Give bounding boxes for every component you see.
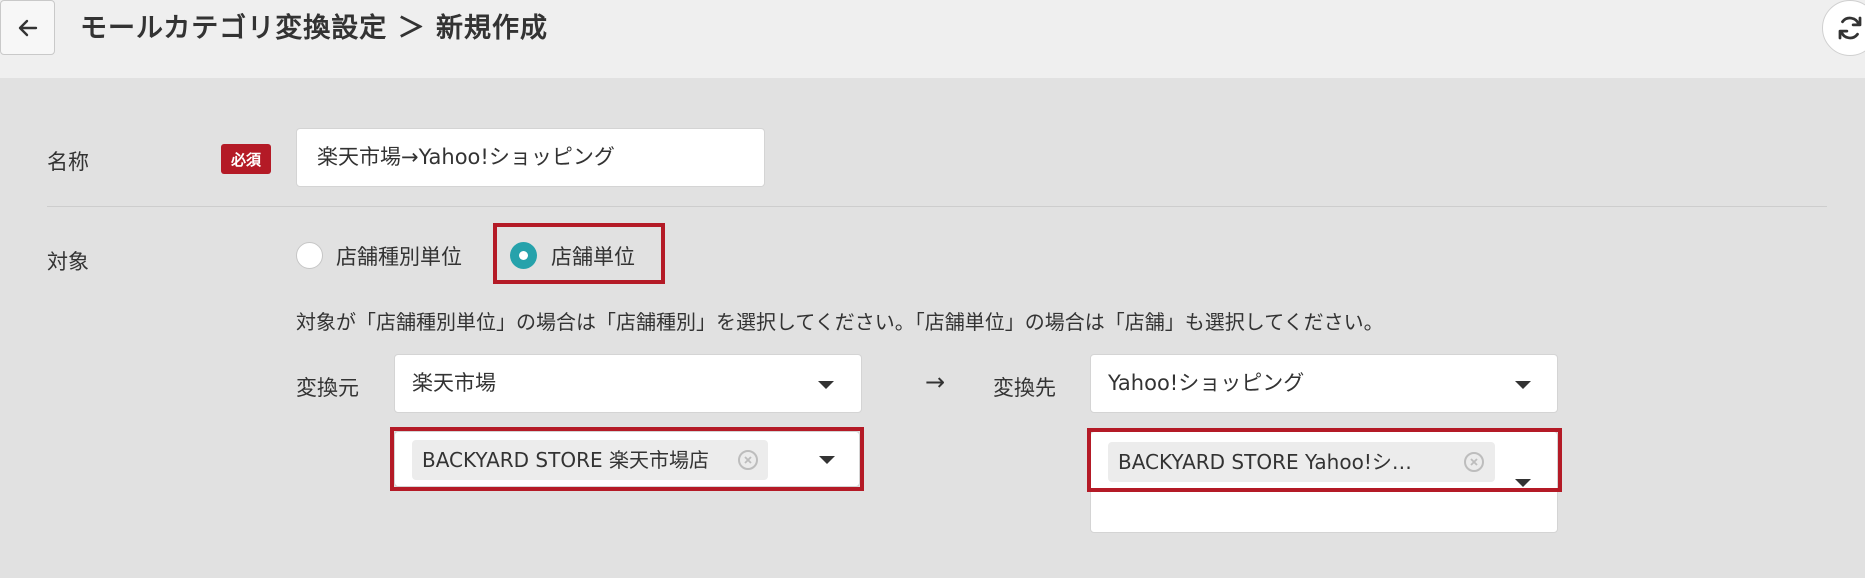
required-badge: 必須 xyxy=(221,144,271,174)
source-mall-value: 楽天市場 xyxy=(412,371,496,395)
divider xyxy=(47,206,1827,207)
back-button[interactable] xyxy=(0,0,55,55)
chevron-down-icon[interactable] xyxy=(819,456,835,464)
target-help-text: 対象が「店舗種別単位」の場合は「店舗種別」を選択してください。「店舗単位」の場合… xyxy=(296,310,1384,334)
page-header: モールカテゴリ変換設定 ＞ 新規作成 xyxy=(0,0,1865,78)
close-icon[interactable] xyxy=(738,450,758,470)
source-store-chip: BACKYARD STORE 楽天市場店 xyxy=(412,440,768,480)
destination-mall-value: Yahoo!ショッピング xyxy=(1108,371,1305,395)
chevron-down-icon[interactable] xyxy=(1515,381,1531,389)
refresh-button[interactable] xyxy=(1822,0,1865,56)
name-label: 名称 xyxy=(47,150,89,174)
radio-store-type-label[interactable]: 店舗種別単位 xyxy=(336,241,462,271)
radio-store[interactable] xyxy=(510,242,537,269)
destination-label: 変換先 xyxy=(993,376,1056,400)
name-input[interactable]: 楽天市場→Yahoo!ショッピング xyxy=(296,128,765,187)
highlight-box xyxy=(1087,428,1562,492)
chevron-down-icon[interactable] xyxy=(818,381,834,389)
page-title: モールカテゴリ変換設定 ＞ 新規作成 xyxy=(80,13,548,44)
destination-mall-select[interactable]: Yahoo!ショッピング xyxy=(1090,354,1558,413)
radio-store-label[interactable]: 店舗単位 xyxy=(551,241,635,271)
source-store-select[interactable]: BACKYARD STORE 楽天市場店 xyxy=(394,431,860,487)
radio-store-type[interactable] xyxy=(296,242,323,269)
target-label: 対象 xyxy=(47,250,89,274)
source-label: 変換元 xyxy=(296,376,359,400)
arrow-left-icon xyxy=(18,19,37,36)
refresh-icon xyxy=(1838,16,1862,40)
conversion-arrow: → xyxy=(925,368,946,396)
source-mall-select[interactable]: 楽天市場 xyxy=(394,354,862,413)
source-store-chip-label: BACKYARD STORE 楽天市場店 xyxy=(422,448,709,472)
